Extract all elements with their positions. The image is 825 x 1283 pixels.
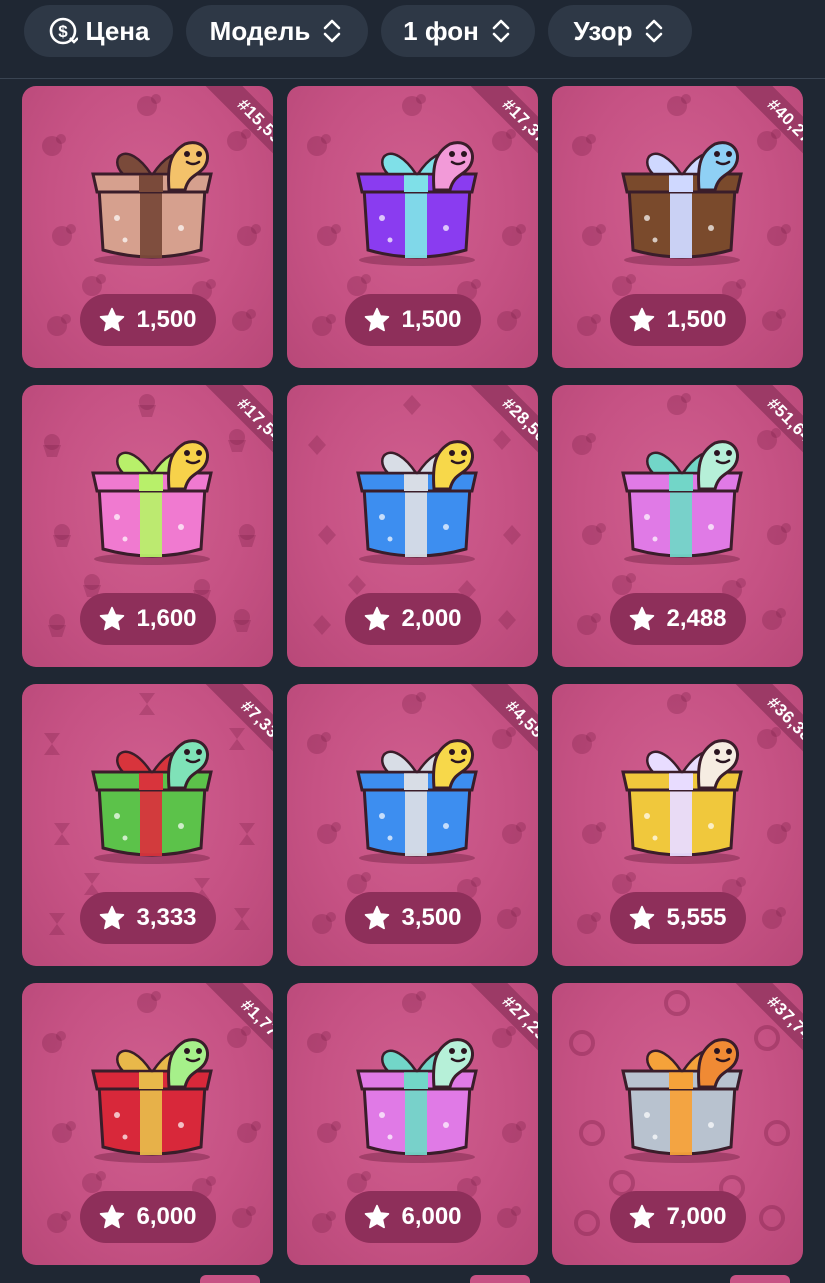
model-filter-chip[interactable]: Модель: [186, 5, 368, 57]
gift-number: #15,595: [233, 94, 273, 155]
star-icon: [630, 1204, 655, 1229]
gift-number-ribbon: #36,389: [711, 684, 803, 776]
gift-number: #36,389: [763, 692, 803, 753]
gift-number: #28,501: [498, 393, 538, 454]
gift-number-ribbon: #28,501: [446, 385, 538, 477]
price-button[interactable]: 2,488: [609, 593, 746, 645]
gift-card[interactable]: #7,333 3,333: [22, 684, 273, 966]
price-button[interactable]: 6,000: [344, 1191, 481, 1243]
gift-card[interactable]: #15,595 1,500: [22, 86, 273, 368]
next-row-edge: [200, 1275, 260, 1283]
price-button[interactable]: 1,500: [609, 294, 746, 346]
gift-number: #17,545: [233, 393, 273, 454]
price-button[interactable]: 7,000: [609, 1191, 746, 1243]
gift-grid: #15,595 1,500 #17,371 1,500 #40,270 1,50…: [22, 86, 803, 1265]
price-filter-label: Цена: [85, 15, 150, 46]
model-filter-label: Модель: [209, 15, 311, 46]
price-value: 1,500: [666, 306, 727, 333]
gift-number: #51,643: [763, 393, 803, 454]
price-button[interactable]: 1,600: [79, 593, 216, 645]
gift-number-ribbon: #7,333: [181, 684, 273, 776]
gift-card[interactable]: #28,501 2,000: [287, 385, 538, 667]
price-value: 1,500: [401, 306, 462, 333]
gift-card[interactable]: #1,776 6,000: [22, 983, 273, 1265]
gift-number-ribbon: #1,776: [181, 983, 273, 1075]
price-value: 5,555: [666, 904, 727, 931]
price-button[interactable]: 1,500: [79, 294, 216, 346]
gift-number-ribbon: #4,556: [446, 684, 538, 776]
gift-number: #4,556: [502, 696, 538, 749]
price-value: 6,000: [401, 1203, 462, 1230]
price-button[interactable]: 2,000: [344, 593, 481, 645]
gift-card[interactable]: #51,643 2,488: [552, 385, 803, 667]
gift-number: #7,333: [237, 696, 273, 749]
price-value: 2,000: [401, 605, 462, 632]
price-button[interactable]: 1,500: [344, 294, 481, 346]
star-icon: [100, 905, 125, 930]
star-icon: [630, 905, 655, 930]
backdrop-filter-label: 1 фон: [403, 15, 479, 46]
filter-bar: $ Цена Модель 1 фон Узор: [0, 0, 825, 79]
star-icon: [100, 1204, 125, 1229]
svg-text:$: $: [58, 22, 68, 41]
price-button[interactable]: 5,555: [609, 892, 746, 944]
price-value: 3,500: [401, 904, 462, 931]
price-value: 3,333: [136, 904, 197, 931]
gift-number: #40,270: [763, 94, 803, 155]
price-button[interactable]: 3,500: [344, 892, 481, 944]
gift-number: #1,776: [237, 995, 273, 1048]
gift-card[interactable]: #37,747 7,000: [552, 983, 803, 1265]
gift-number: #17,371: [498, 94, 538, 155]
price-value: 6,000: [136, 1203, 197, 1230]
star-icon: [100, 307, 125, 332]
next-row-edge: [730, 1275, 790, 1283]
star-icon: [365, 606, 390, 631]
gift-number-ribbon: #51,643: [711, 385, 803, 477]
star-icon: [630, 307, 655, 332]
gift-number-ribbon: #17,545: [181, 385, 273, 477]
star-icon: [365, 905, 390, 930]
gift-card[interactable]: #36,389 5,555: [552, 684, 803, 966]
star-icon: [365, 1204, 390, 1229]
gift-card[interactable]: #40,270 1,500: [552, 86, 803, 368]
gift-card[interactable]: #17,371 1,500: [287, 86, 538, 368]
backdrop-filter-chip[interactable]: 1 фон: [381, 5, 535, 57]
price-button[interactable]: 3,333: [79, 892, 216, 944]
price-value: 1,500: [136, 306, 197, 333]
star-icon: [100, 606, 125, 631]
chevron-up-down-icon: [492, 19, 510, 43]
gift-number-ribbon: #27,291: [446, 983, 538, 1075]
next-row-edge: [470, 1275, 530, 1283]
gift-number: #37,747: [763, 991, 803, 1052]
pattern-filter-chip[interactable]: Узор: [548, 5, 692, 57]
gift-number-ribbon: #17,371: [446, 86, 538, 178]
pattern-filter-label: Узор: [573, 15, 633, 46]
star-icon: [630, 606, 655, 631]
price-value: 7,000: [666, 1203, 727, 1230]
chevron-up-down-icon: [646, 19, 663, 43]
star-icon: [365, 307, 390, 332]
gift-card[interactable]: #17,545 1,600: [22, 385, 273, 667]
gift-number-ribbon: #37,747: [711, 983, 803, 1075]
price-filter-chip[interactable]: $ Цена: [24, 5, 173, 57]
gift-number: #27,291: [498, 991, 538, 1052]
price-value: 1,600: [136, 605, 197, 632]
gift-card[interactable]: #27,291 6,000: [287, 983, 538, 1265]
price-sort-icon: $: [49, 17, 78, 45]
price-button[interactable]: 6,000: [79, 1191, 216, 1243]
gift-card[interactable]: #4,556 3,500: [287, 684, 538, 966]
gift-number-ribbon: #40,270: [711, 86, 803, 178]
gift-number-ribbon: #15,595: [181, 86, 273, 178]
chevron-up-down-icon: [324, 19, 341, 43]
price-value: 2,488: [666, 605, 727, 632]
